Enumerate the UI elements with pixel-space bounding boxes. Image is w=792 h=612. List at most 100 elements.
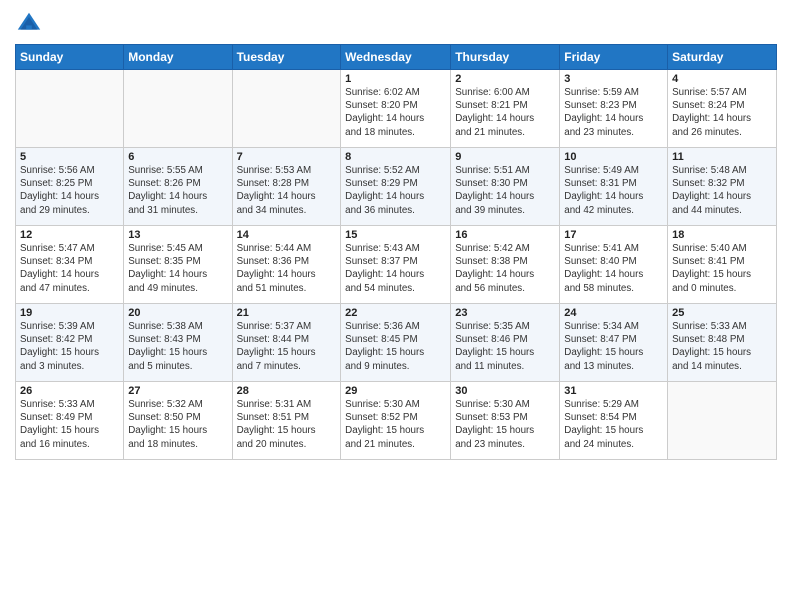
day-info: Sunrise: 5:45 AM Sunset: 8:35 PM Dayligh… — [128, 242, 227, 295]
weekday-header-friday: Friday — [560, 45, 668, 70]
day-number: 27 — [128, 385, 227, 397]
calendar-cell — [668, 382, 777, 460]
calendar-cell: 29Sunrise: 5:30 AM Sunset: 8:52 PM Dayli… — [341, 382, 451, 460]
calendar-cell: 3Sunrise: 5:59 AM Sunset: 8:23 PM Daylig… — [560, 70, 668, 148]
logo-icon — [15, 10, 43, 38]
weekday-header-wednesday: Wednesday — [341, 45, 451, 70]
calendar-cell: 5Sunrise: 5:56 AM Sunset: 8:25 PM Daylig… — [16, 148, 124, 226]
day-info: Sunrise: 5:37 AM Sunset: 8:44 PM Dayligh… — [237, 320, 337, 373]
day-info: Sunrise: 6:02 AM Sunset: 8:20 PM Dayligh… — [345, 86, 446, 139]
day-number: 18 — [672, 229, 772, 241]
calendar-cell: 4Sunrise: 5:57 AM Sunset: 8:24 PM Daylig… — [668, 70, 777, 148]
calendar-cell: 25Sunrise: 5:33 AM Sunset: 8:48 PM Dayli… — [668, 304, 777, 382]
day-info: Sunrise: 5:52 AM Sunset: 8:29 PM Dayligh… — [345, 164, 446, 217]
weekday-header-row: SundayMondayTuesdayWednesdayThursdayFrid… — [16, 45, 777, 70]
day-info: Sunrise: 5:32 AM Sunset: 8:50 PM Dayligh… — [128, 398, 227, 451]
day-info: Sunrise: 5:33 AM Sunset: 8:49 PM Dayligh… — [20, 398, 119, 451]
day-number: 20 — [128, 307, 227, 319]
day-number: 8 — [345, 151, 446, 163]
calendar-cell: 24Sunrise: 5:34 AM Sunset: 8:47 PM Dayli… — [560, 304, 668, 382]
day-number: 21 — [237, 307, 337, 319]
day-number: 12 — [20, 229, 119, 241]
day-number: 11 — [672, 151, 772, 163]
calendar-cell: 13Sunrise: 5:45 AM Sunset: 8:35 PM Dayli… — [124, 226, 232, 304]
day-number: 28 — [237, 385, 337, 397]
day-number: 23 — [455, 307, 555, 319]
day-info: Sunrise: 5:40 AM Sunset: 8:41 PM Dayligh… — [672, 242, 772, 295]
calendar-cell: 23Sunrise: 5:35 AM Sunset: 8:46 PM Dayli… — [451, 304, 560, 382]
calendar-cell: 11Sunrise: 5:48 AM Sunset: 8:32 PM Dayli… — [668, 148, 777, 226]
calendar-cell: 30Sunrise: 5:30 AM Sunset: 8:53 PM Dayli… — [451, 382, 560, 460]
day-info: Sunrise: 5:48 AM Sunset: 8:32 PM Dayligh… — [672, 164, 772, 217]
day-info: Sunrise: 5:33 AM Sunset: 8:48 PM Dayligh… — [672, 320, 772, 373]
day-number: 13 — [128, 229, 227, 241]
day-info: Sunrise: 5:56 AM Sunset: 8:25 PM Dayligh… — [20, 164, 119, 217]
day-info: Sunrise: 5:57 AM Sunset: 8:24 PM Dayligh… — [672, 86, 772, 139]
day-info: Sunrise: 5:51 AM Sunset: 8:30 PM Dayligh… — [455, 164, 555, 217]
calendar-cell: 2Sunrise: 6:00 AM Sunset: 8:21 PM Daylig… — [451, 70, 560, 148]
header — [15, 10, 777, 38]
day-info: Sunrise: 5:35 AM Sunset: 8:46 PM Dayligh… — [455, 320, 555, 373]
weekday-header-tuesday: Tuesday — [232, 45, 341, 70]
day-number: 30 — [455, 385, 555, 397]
day-number: 2 — [455, 73, 555, 85]
day-info: Sunrise: 5:53 AM Sunset: 8:28 PM Dayligh… — [237, 164, 337, 217]
calendar-cell: 8Sunrise: 5:52 AM Sunset: 8:29 PM Daylig… — [341, 148, 451, 226]
day-info: Sunrise: 5:38 AM Sunset: 8:43 PM Dayligh… — [128, 320, 227, 373]
day-number: 10 — [564, 151, 663, 163]
calendar-cell: 10Sunrise: 5:49 AM Sunset: 8:31 PM Dayli… — [560, 148, 668, 226]
calendar-cell: 22Sunrise: 5:36 AM Sunset: 8:45 PM Dayli… — [341, 304, 451, 382]
calendar-cell: 18Sunrise: 5:40 AM Sunset: 8:41 PM Dayli… — [668, 226, 777, 304]
day-number: 29 — [345, 385, 446, 397]
calendar-cell: 19Sunrise: 5:39 AM Sunset: 8:42 PM Dayli… — [16, 304, 124, 382]
calendar-cell: 6Sunrise: 5:55 AM Sunset: 8:26 PM Daylig… — [124, 148, 232, 226]
day-info: Sunrise: 5:30 AM Sunset: 8:53 PM Dayligh… — [455, 398, 555, 451]
weekday-header-thursday: Thursday — [451, 45, 560, 70]
day-number: 22 — [345, 307, 446, 319]
day-number: 17 — [564, 229, 663, 241]
calendar-table: SundayMondayTuesdayWednesdayThursdayFrid… — [15, 44, 777, 460]
day-info: Sunrise: 5:49 AM Sunset: 8:31 PM Dayligh… — [564, 164, 663, 217]
day-number: 24 — [564, 307, 663, 319]
day-number: 14 — [237, 229, 337, 241]
calendar-cell — [232, 70, 341, 148]
calendar-cell: 17Sunrise: 5:41 AM Sunset: 8:40 PM Dayli… — [560, 226, 668, 304]
calendar-cell: 12Sunrise: 5:47 AM Sunset: 8:34 PM Dayli… — [16, 226, 124, 304]
calendar-cell: 7Sunrise: 5:53 AM Sunset: 8:28 PM Daylig… — [232, 148, 341, 226]
day-number: 3 — [564, 73, 663, 85]
day-info: Sunrise: 5:42 AM Sunset: 8:38 PM Dayligh… — [455, 242, 555, 295]
calendar-cell: 14Sunrise: 5:44 AM Sunset: 8:36 PM Dayli… — [232, 226, 341, 304]
day-number: 26 — [20, 385, 119, 397]
calendar-cell: 28Sunrise: 5:31 AM Sunset: 8:51 PM Dayli… — [232, 382, 341, 460]
day-info: Sunrise: 6:00 AM Sunset: 8:21 PM Dayligh… — [455, 86, 555, 139]
day-info: Sunrise: 5:41 AM Sunset: 8:40 PM Dayligh… — [564, 242, 663, 295]
day-number: 15 — [345, 229, 446, 241]
calendar-cell: 20Sunrise: 5:38 AM Sunset: 8:43 PM Dayli… — [124, 304, 232, 382]
calendar-cell: 31Sunrise: 5:29 AM Sunset: 8:54 PM Dayli… — [560, 382, 668, 460]
day-number: 4 — [672, 73, 772, 85]
day-number: 31 — [564, 385, 663, 397]
day-info: Sunrise: 5:29 AM Sunset: 8:54 PM Dayligh… — [564, 398, 663, 451]
week-row-4: 19Sunrise: 5:39 AM Sunset: 8:42 PM Dayli… — [16, 304, 777, 382]
weekday-header-saturday: Saturday — [668, 45, 777, 70]
day-info: Sunrise: 5:30 AM Sunset: 8:52 PM Dayligh… — [345, 398, 446, 451]
day-number: 1 — [345, 73, 446, 85]
week-row-3: 12Sunrise: 5:47 AM Sunset: 8:34 PM Dayli… — [16, 226, 777, 304]
day-number: 16 — [455, 229, 555, 241]
calendar-cell: 15Sunrise: 5:43 AM Sunset: 8:37 PM Dayli… — [341, 226, 451, 304]
week-row-1: 1Sunrise: 6:02 AM Sunset: 8:20 PM Daylig… — [16, 70, 777, 148]
calendar-cell: 27Sunrise: 5:32 AM Sunset: 8:50 PM Dayli… — [124, 382, 232, 460]
weekday-header-sunday: Sunday — [16, 45, 124, 70]
day-info: Sunrise: 5:31 AM Sunset: 8:51 PM Dayligh… — [237, 398, 337, 451]
calendar-cell: 16Sunrise: 5:42 AM Sunset: 8:38 PM Dayli… — [451, 226, 560, 304]
day-number: 25 — [672, 307, 772, 319]
day-number: 19 — [20, 307, 119, 319]
day-info: Sunrise: 5:55 AM Sunset: 8:26 PM Dayligh… — [128, 164, 227, 217]
calendar-cell — [16, 70, 124, 148]
week-row-5: 26Sunrise: 5:33 AM Sunset: 8:49 PM Dayli… — [16, 382, 777, 460]
week-row-2: 5Sunrise: 5:56 AM Sunset: 8:25 PM Daylig… — [16, 148, 777, 226]
calendar-cell — [124, 70, 232, 148]
calendar-cell: 26Sunrise: 5:33 AM Sunset: 8:49 PM Dayli… — [16, 382, 124, 460]
calendar-cell: 1Sunrise: 6:02 AM Sunset: 8:20 PM Daylig… — [341, 70, 451, 148]
day-number: 5 — [20, 151, 119, 163]
